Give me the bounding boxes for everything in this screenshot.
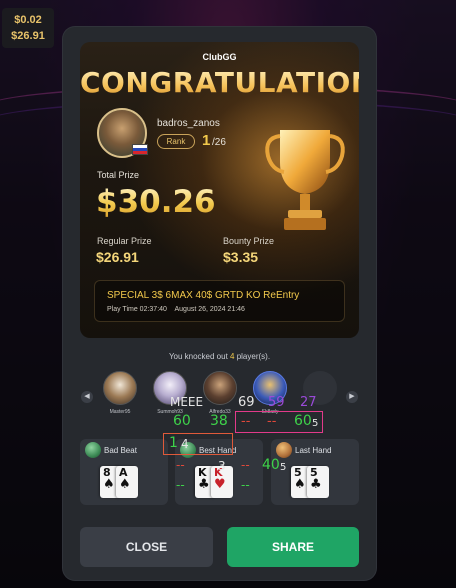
hud-stat-13: -- bbox=[241, 458, 250, 472]
russia-flag-icon bbox=[132, 144, 148, 155]
playing-card: A ♠ bbox=[116, 466, 138, 498]
knockout-suffix: player(s). bbox=[234, 352, 271, 361]
hud-stat-17: 5 bbox=[280, 462, 287, 473]
tournament-info: SPECIAL 3$ 6MAX 40$ GRTD KO ReEntry Play… bbox=[94, 280, 345, 322]
hud-player-name: MEEE bbox=[170, 395, 204, 409]
hud-stat-2: 59 bbox=[268, 395, 285, 410]
knockout-name-1: Master95 bbox=[109, 409, 131, 415]
bounty-prize-label: Bounty Prize bbox=[223, 236, 275, 246]
bad-beat-icon bbox=[85, 442, 101, 458]
carousel-right-arrow-icon[interactable]: ▶ bbox=[346, 391, 358, 403]
rank-total: /26 bbox=[212, 137, 226, 148]
knockout-summary: You knocked out 4 player(s). bbox=[63, 352, 376, 361]
congrats-title: CONGRATULATIONS! bbox=[80, 66, 359, 99]
knockout-avatar-3 bbox=[203, 371, 237, 405]
congrats-card: ClubGG CONGRATULATIONS! badros_zanos Ran… bbox=[80, 42, 359, 338]
balance-chip: $0.02 $26.91 bbox=[2, 8, 54, 48]
knockout-prefix: You knocked out bbox=[168, 352, 231, 361]
total-prize-value: $30.26 bbox=[96, 184, 216, 220]
hud-stat-15: -- bbox=[241, 478, 250, 492]
tournament-meta: Play Time 02:37:40 August 26, 2024 21:46 bbox=[107, 306, 251, 313]
hud-stat-11: 4 bbox=[181, 437, 189, 451]
tournament-date: August 26, 2024 21:46 bbox=[174, 306, 245, 313]
result-modal: ClubGG CONGRATULATIONS! badros_zanos Ran… bbox=[63, 27, 376, 580]
hud-stat-4: 60 bbox=[173, 413, 191, 429]
hud-stat-1: 69 bbox=[238, 395, 255, 410]
balance-line-1: $0.02 bbox=[14, 14, 42, 26]
trophy-icon bbox=[265, 130, 345, 230]
hud-stat-10: 1 bbox=[169, 435, 178, 451]
hud-stat-18: 3 bbox=[218, 459, 226, 473]
hand-bad-beat[interactable]: Bad Beat 8 ♠ A ♠ bbox=[80, 439, 168, 505]
total-prize-label: Total Prize bbox=[97, 170, 140, 180]
rank-value: 1 bbox=[202, 132, 211, 149]
player-username: badros_zanos bbox=[157, 118, 220, 129]
hud-stat-14: -- bbox=[176, 478, 185, 492]
hand-label: Bad Beat bbox=[104, 446, 137, 455]
close-button[interactable]: CLOSE bbox=[80, 527, 213, 567]
last-hand-icon bbox=[276, 442, 292, 458]
hud-stat-5: 38 bbox=[210, 413, 228, 429]
hud-stat-6: -- bbox=[241, 414, 251, 429]
bounty-prize-value: $3.35 bbox=[223, 249, 259, 265]
regular-prize-label: Regular Prize bbox=[97, 236, 152, 246]
rank-badge: Rank bbox=[157, 134, 195, 149]
playing-card: 5 ♣ bbox=[307, 466, 329, 498]
hand-label: Last Hand bbox=[295, 446, 332, 455]
knockout-avatar-1 bbox=[103, 371, 137, 405]
hud-stat-8: 60 bbox=[294, 413, 312, 429]
share-button[interactable]: SHARE bbox=[227, 527, 359, 567]
clubgg-logo: ClubGG bbox=[202, 52, 237, 62]
tournament-name: SPECIAL 3$ 6MAX 40$ GRTD KO ReEntry bbox=[107, 290, 300, 301]
regular-prize-value: $26.91 bbox=[96, 249, 139, 265]
hud-stat-9: 5 bbox=[312, 418, 319, 429]
balance-line-2: $26.91 bbox=[11, 30, 45, 42]
hud-stat-7: -- bbox=[267, 414, 277, 429]
hud-stat-16: 40 bbox=[262, 457, 280, 473]
hud-stat-12: -- bbox=[176, 458, 185, 472]
carousel-left-arrow-icon[interactable]: ◀ bbox=[81, 391, 93, 403]
hud-stat-3: 27 bbox=[300, 395, 317, 410]
play-time: Play Time 02:37:40 bbox=[107, 306, 167, 313]
